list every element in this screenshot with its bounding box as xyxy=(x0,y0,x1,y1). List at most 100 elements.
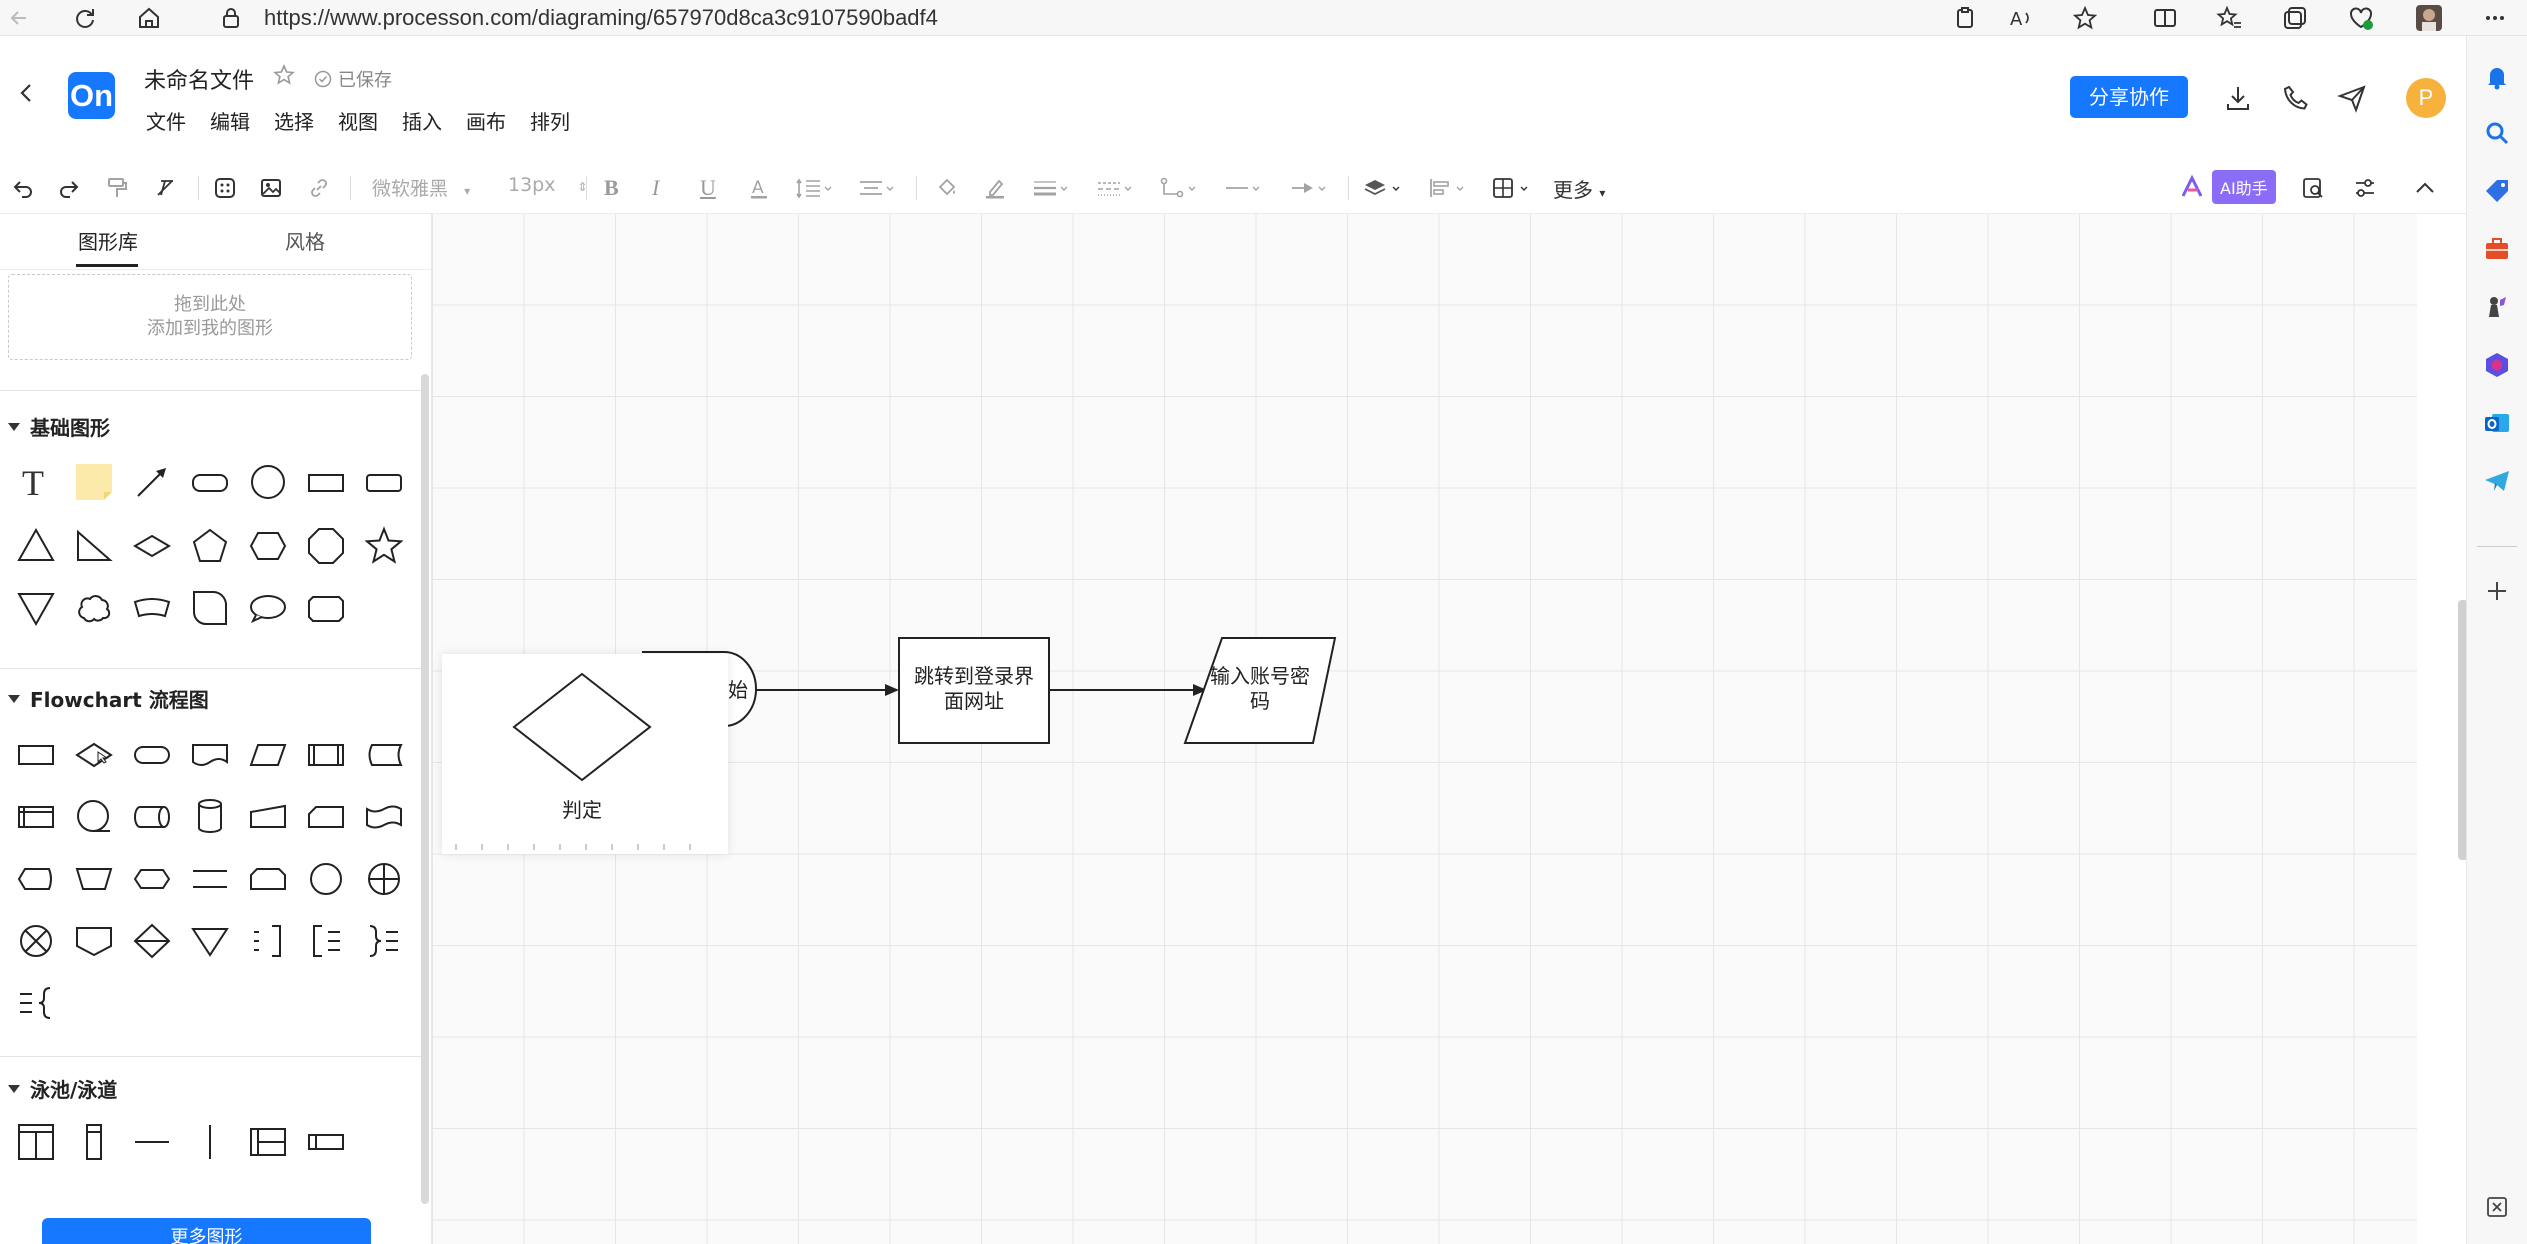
horizontal-separator-icon[interactable] xyxy=(130,1120,174,1164)
back-icon[interactable] xyxy=(14,80,40,106)
vertical-separator-icon[interactable] xyxy=(188,1120,232,1164)
or-junction-icon[interactable] xyxy=(14,918,58,962)
manual-input-icon[interactable] xyxy=(246,794,290,838)
ai-assistant-button[interactable]: AI助手 xyxy=(2180,170,2276,204)
add-icon[interactable] xyxy=(2482,576,2512,606)
document-title[interactable]: 未命名文件 xyxy=(144,63,254,95)
bold-icon[interactable]: B xyxy=(604,173,619,203)
arrow-end-icon[interactable] xyxy=(1288,173,1328,203)
tab-shape-library[interactable]: 图形库 xyxy=(78,226,138,255)
banner-shape-icon[interactable] xyxy=(130,586,174,630)
image-icon[interactable] xyxy=(258,173,284,203)
line-width-icon[interactable] xyxy=(1030,173,1070,203)
loop-limit-icon[interactable] xyxy=(246,856,290,900)
document-shape-icon[interactable] xyxy=(188,732,232,776)
stored-data-icon[interactable] xyxy=(362,732,406,776)
home-icon[interactable] xyxy=(134,3,164,33)
processon-logo[interactable]: On xyxy=(68,72,115,119)
data-shape-icon[interactable] xyxy=(246,732,290,776)
hexagon-shape-icon[interactable] xyxy=(246,524,290,568)
download-icon[interactable] xyxy=(2222,82,2254,114)
preparation-shape-icon[interactable] xyxy=(130,856,174,900)
paper-tape-icon[interactable] xyxy=(362,794,406,838)
align-icon[interactable] xyxy=(1426,173,1466,203)
phone-icon[interactable] xyxy=(2280,82,2312,114)
section-swimlane[interactable]: 泳池/泳道 xyxy=(8,1074,117,1103)
read-aloud-icon[interactable]: A xyxy=(2006,3,2036,33)
right-triangle-icon[interactable] xyxy=(72,524,116,568)
card-shape-icon[interactable] xyxy=(304,794,348,838)
menu-file[interactable]: 文件 xyxy=(146,106,186,135)
horizontal-pool-icon[interactable] xyxy=(246,1120,290,1164)
more-options-icon[interactable] xyxy=(2480,3,2510,33)
split-screen-icon[interactable] xyxy=(2150,3,2180,33)
line-style-icon[interactable] xyxy=(1094,173,1134,203)
predefined-process-icon[interactable] xyxy=(304,732,348,776)
decision-shape-icon[interactable] xyxy=(72,732,116,776)
panel-scrollbar[interactable] xyxy=(421,374,429,1204)
merge-shape-icon[interactable] xyxy=(188,918,232,962)
font-size-input[interactable]: 13px ⇕ xyxy=(508,174,588,196)
diamond-shape-icon[interactable] xyxy=(130,524,174,568)
menu-insert[interactable]: 插入 xyxy=(402,106,442,135)
collate-shape-icon[interactable] xyxy=(130,918,174,962)
triangle-shape-icon[interactable] xyxy=(14,524,58,568)
outlook-icon[interactable] xyxy=(2482,408,2512,438)
profile-photo-icon[interactable] xyxy=(2414,3,2444,33)
telegram-send-icon[interactable] xyxy=(2482,466,2512,496)
circle-shape-icon[interactable] xyxy=(246,460,290,504)
annotation-right-icon[interactable] xyxy=(246,918,290,962)
style-icon[interactable] xyxy=(212,173,238,203)
connector-type-icon[interactable] xyxy=(1158,173,1198,203)
menu-select[interactable]: 选择 xyxy=(274,106,314,135)
sticky-note-icon[interactable] xyxy=(72,460,116,504)
tab-style[interactable]: 风格 xyxy=(285,226,325,255)
my-shapes-dropzone[interactable]: 拖到此处 添加到我的图形 xyxy=(8,274,412,360)
internal-storage-icon[interactable] xyxy=(14,794,58,838)
line-color-icon[interactable] xyxy=(982,173,1008,203)
off-page-connector-icon[interactable] xyxy=(72,918,116,962)
arrow-line-icon[interactable] xyxy=(130,460,174,504)
games-chess-icon[interactable] xyxy=(2482,292,2512,322)
layers-icon[interactable] xyxy=(1362,173,1402,203)
cloud-shape-icon[interactable] xyxy=(72,586,116,630)
font-color-icon[interactable]: A xyxy=(746,173,772,203)
rectangle-shape-icon[interactable] xyxy=(304,460,348,504)
send-icon[interactable] xyxy=(2336,82,2368,114)
microsoft-365-icon[interactable] xyxy=(2482,350,2512,380)
user-avatar[interactable]: P xyxy=(2406,78,2446,118)
redo-icon[interactable] xyxy=(56,173,82,203)
italic-icon[interactable]: I xyxy=(652,173,659,203)
favorite-star-icon[interactable] xyxy=(2070,3,2100,33)
refresh-icon[interactable] xyxy=(70,3,100,33)
connector-circle-icon[interactable] xyxy=(304,856,348,900)
search-icon[interactable] xyxy=(2482,118,2512,148)
collapse-toolbar-icon[interactable] xyxy=(2412,173,2438,203)
section-basic-shapes[interactable]: 基础图形 xyxy=(8,412,110,441)
speech-bubble-icon[interactable] xyxy=(246,586,290,630)
menu-arrange[interactable]: 排列 xyxy=(530,106,570,135)
more-tools-menu[interactable]: 更多 ▾ xyxy=(1553,174,1605,203)
chamfer-rect-icon[interactable] xyxy=(304,586,348,630)
display-shape-icon[interactable] xyxy=(14,856,58,900)
pool-shape-icon[interactable] xyxy=(14,1120,58,1164)
leaf-shape-icon[interactable] xyxy=(188,586,232,630)
star-icon[interactable] xyxy=(273,64,295,86)
menu-edit[interactable]: 编辑 xyxy=(210,106,250,135)
sequential-data-icon[interactable] xyxy=(72,794,116,838)
clipboard-icon[interactable] xyxy=(1950,3,1980,33)
pentagon-shape-icon[interactable] xyxy=(188,524,232,568)
hide-sidebar-icon[interactable] xyxy=(2482,1192,2512,1222)
lock-icon[interactable] xyxy=(216,3,246,33)
bell-icon[interactable] xyxy=(2482,62,2512,92)
address-bar[interactable]: https://www.processon.com/diagraming/657… xyxy=(264,4,938,32)
arrow-start-icon[interactable] xyxy=(1222,173,1262,203)
direct-data-icon[interactable] xyxy=(130,794,174,838)
favorites-icon[interactable] xyxy=(2214,3,2244,33)
vertical-lane-icon[interactable] xyxy=(72,1120,116,1164)
rounded-rect-icon[interactable] xyxy=(188,460,232,504)
text-shape-icon[interactable]: T xyxy=(14,460,58,504)
more-shapes-button[interactable]: 更多图形 xyxy=(42,1218,371,1244)
database-shape-icon[interactable] xyxy=(188,794,232,838)
grid-layout-icon[interactable] xyxy=(1490,173,1530,203)
